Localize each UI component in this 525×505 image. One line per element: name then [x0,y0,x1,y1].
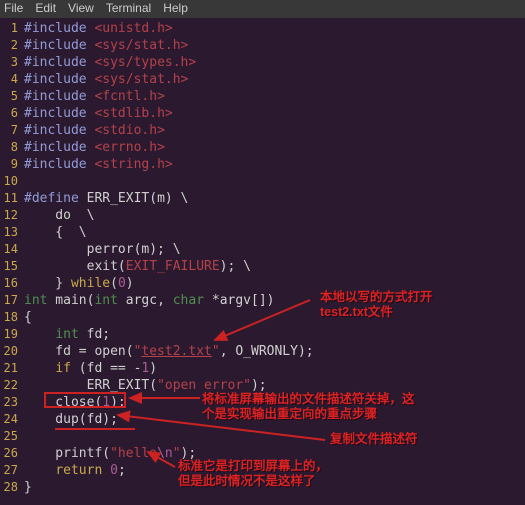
code-line: #include <string.h> [24,156,173,173]
code-line: #include <sys/types.h> [24,54,196,71]
annotation-3: 复制文件描述符 [330,432,418,447]
code-line: dup(fd); [24,411,118,428]
code-line: do \ [24,207,94,224]
code-line: #include <stdlib.h> [24,105,173,122]
line-number: 7 [0,122,24,139]
code-line: int main(int argc, char *argv[]) [24,292,275,309]
code-line: printf("hello\n"); [24,445,196,462]
line-number: 11 [0,190,24,207]
code-line: #include <errno.h> [24,139,165,156]
line-number: 10 [0,173,24,190]
menu-file[interactable]: File [4,1,23,17]
line-number: 17 [0,292,24,309]
line-number: 19 [0,326,24,343]
line-number: 28 [0,479,24,496]
code-line: #include <fcntl.h> [24,88,165,105]
menu-view[interactable]: View [68,1,94,17]
code-line: { [24,309,32,326]
line-number: 14 [0,241,24,258]
code-line: { \ [24,224,87,241]
line-number: 12 [0,207,24,224]
line-number: 6 [0,105,24,122]
line-number: 25 [0,428,24,445]
line-number: 22 [0,377,24,394]
annotation-4: 标准它是打印到屏幕上的， 但是此时情况不是这样了 [178,459,328,489]
code-line: #include <sys/stat.h> [24,37,188,54]
line-number: 4 [0,71,24,88]
code-line: #include <stdio.h> [24,122,165,139]
line-number: 24 [0,411,24,428]
line-number: 18 [0,309,24,326]
line-number: 20 [0,343,24,360]
code-line: return 0; [24,462,126,479]
code-line: #include <unistd.h> [24,20,173,37]
highlight-box [44,392,126,408]
menu-terminal[interactable]: Terminal [106,1,151,17]
code-editor[interactable]: 1#include <unistd.h> 2#include <sys/stat… [0,18,525,496]
line-number: 21 [0,360,24,377]
code-line: exit(EXIT_FAILURE); \ [24,258,251,275]
code-line: int fd; [24,326,110,343]
code-line: perror(m); \ [24,241,181,258]
line-number: 27 [0,462,24,479]
line-number: 13 [0,224,24,241]
line-number: 8 [0,139,24,156]
code-line: #include <sys/stat.h> [24,71,188,88]
code-line: #define ERR_EXIT(m) \ [24,190,188,207]
annotation-1: 本地以写的方式打开 test2.txt文件 [320,290,433,320]
line-number: 23 [0,394,24,411]
line-number: 26 [0,445,24,462]
annotation-2: 将标准屏幕输出的文件描述符关掉，这 个是实现输出重定向的重点步骤 [202,392,415,422]
line-number: 16 [0,275,24,292]
line-number: 1 [0,20,24,37]
line-number: 15 [0,258,24,275]
code-line: if (fd == -1) [24,360,157,377]
line-number: 2 [0,37,24,54]
menu-help[interactable]: Help [163,1,188,17]
menu-edit[interactable]: Edit [35,1,56,17]
line-number: 3 [0,54,24,71]
menubar[interactable]: File Edit View Terminal Help [0,0,525,18]
line-number: 9 [0,156,24,173]
code-line: fd = open("test2.txt", O_WRONLY); [24,343,314,360]
line-number: 5 [0,88,24,105]
code-line: } [24,479,32,496]
code-line: } while(0) [24,275,134,292]
